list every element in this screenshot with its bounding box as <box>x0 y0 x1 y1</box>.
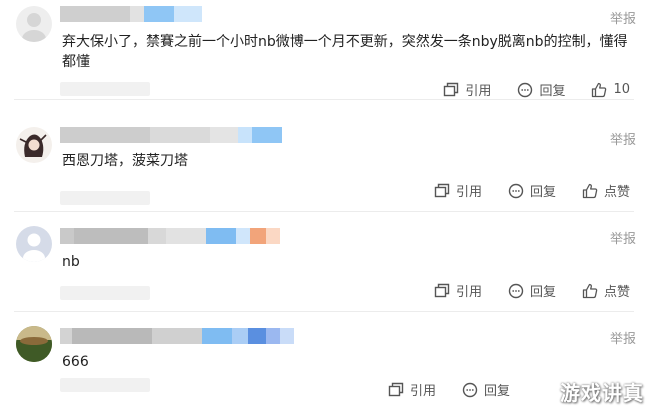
comment-actions: 引用 回复 <box>388 380 510 399</box>
quote-label: 引用 <box>465 84 492 99</box>
comment-text: nb <box>62 254 80 270</box>
comment-item: 举报 666 引用 回复 <box>0 312 648 412</box>
quote-label: 引用 <box>455 285 482 300</box>
reply-icon <box>462 382 478 397</box>
like-icon <box>582 183 598 198</box>
timestamp-blurred <box>60 82 150 96</box>
quote-button[interactable]: 引用 <box>388 380 436 399</box>
like-count: 10 <box>613 82 630 97</box>
reply-label: 回复 <box>529 185 556 200</box>
quote-label: 引用 <box>455 185 482 200</box>
like-label: 点赞 <box>603 185 630 200</box>
quote-icon <box>388 382 404 396</box>
reply-button[interactable]: 回复 <box>508 281 556 300</box>
reply-icon <box>518 82 533 97</box>
divider <box>14 99 634 100</box>
reply-button[interactable]: 回复 <box>462 380 510 399</box>
reply-label: 回复 <box>529 285 556 300</box>
like-icon <box>582 283 598 298</box>
timestamp-blurred <box>60 378 150 392</box>
comment-item: 举报 nb 引用 回复 点赞 <box>0 212 648 312</box>
like-button[interactable]: 点赞 <box>582 181 630 200</box>
reply-button[interactable]: 回复 <box>508 181 556 200</box>
username-blurred[interactable] <box>60 328 294 344</box>
timestamp-blurred <box>60 191 150 205</box>
quote-icon <box>434 183 450 197</box>
reply-label: 回复 <box>539 84 566 99</box>
quote-button[interactable]: 引用 <box>434 281 482 300</box>
comment-text: 西恩刀塔，菠菜刀塔 <box>62 153 188 169</box>
avatar[interactable] <box>16 127 52 163</box>
quote-label: 引用 <box>409 384 436 399</box>
username-blurred[interactable] <box>60 228 280 244</box>
report-link[interactable]: 举报 <box>610 129 636 148</box>
like-icon <box>592 82 607 97</box>
report-link[interactable]: 举报 <box>610 328 636 347</box>
timestamp-blurred <box>60 286 150 300</box>
quote-button[interactable]: 引用 <box>434 181 482 200</box>
comment-actions: 引用 回复 10 <box>443 80 630 99</box>
comment-text: 666 <box>62 354 89 370</box>
avatar[interactable] <box>16 326 52 362</box>
report-link[interactable]: 举报 <box>610 228 636 247</box>
comment-item: 举报 弃大保小了，禁賽之前一个小时nb微博一个月不更新，突然发一条nby脱离nb… <box>0 0 648 100</box>
like-label: 点赞 <box>603 285 630 300</box>
report-link[interactable]: 举报 <box>610 8 636 27</box>
comment-actions: 引用 回复 点赞 <box>434 281 630 300</box>
comment-text: 弃大保小了，禁賽之前一个小时nb微博一个月不更新，突然发一条nby脱离nb的控制… <box>62 34 628 70</box>
avatar[interactable] <box>16 6 52 42</box>
quote-button[interactable]: 引用 <box>443 80 491 99</box>
comment-item: 举报 西恩刀塔，菠菜刀塔 引用 回复 点赞 <box>0 113 648 212</box>
reply-icon <box>508 283 524 298</box>
avatar[interactable] <box>16 226 52 262</box>
comment-actions: 引用 回复 点赞 <box>434 181 630 200</box>
quote-icon <box>444 82 459 96</box>
like-button[interactable]: 10 <box>591 80 630 99</box>
watermark: 游戏讲真 <box>560 381 644 405</box>
reply-label: 回复 <box>483 384 510 399</box>
like-button[interactable]: 点赞 <box>582 281 630 300</box>
reply-icon <box>508 183 524 198</box>
username-blurred[interactable] <box>60 6 202 22</box>
reply-button[interactable]: 回复 <box>517 80 565 99</box>
username-blurred[interactable] <box>60 127 282 143</box>
quote-icon <box>434 283 450 297</box>
